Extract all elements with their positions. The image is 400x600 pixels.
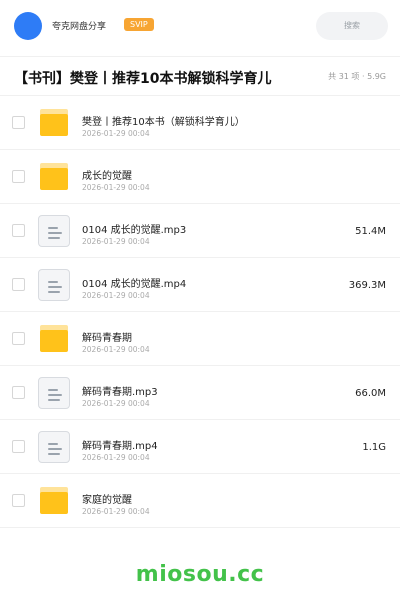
file-size: 51.4M	[355, 226, 386, 237]
page: 夸克网盘分享 SVIP 搜索 【书刊】樊登丨推荐10本书解锁科学育儿 共 31 …	[0, 0, 400, 600]
select-checkbox[interactable]	[12, 170, 25, 183]
list-item[interactable]: 家庭的觉醒 2026-01-29 00:04	[0, 474, 400, 528]
list-item[interactable]: 成长的觉醒 2026-01-29 00:04	[0, 150, 400, 204]
file-name: 家庭的觉醒	[82, 495, 132, 506]
select-checkbox[interactable]	[12, 494, 25, 507]
select-checkbox[interactable]	[12, 332, 25, 345]
file-name: 成长的觉醒	[82, 171, 132, 182]
list-item[interactable]: 0104 成长的觉醒.mp4 2026-01-29 00:04 369.3M	[0, 258, 400, 312]
file-date: 2026-01-29 00:04	[82, 399, 150, 408]
file-name: 解码青春期.mp3	[82, 387, 158, 398]
file-name: 0104 成长的觉醒.mp4	[82, 279, 187, 290]
user-name: 夸克网盘分享	[52, 22, 107, 32]
select-checkbox[interactable]	[12, 116, 25, 129]
select-checkbox[interactable]	[12, 386, 25, 399]
folder-icon	[38, 325, 70, 353]
file-date: 2026-01-29 00:04	[82, 345, 150, 354]
search-button[interactable]: 搜索	[316, 12, 388, 40]
watermark: miosou.cc	[135, 562, 265, 587]
document-file-icon	[38, 215, 70, 247]
folder-title: 【书刊】樊登丨推荐10本书解锁科学育儿	[14, 71, 272, 87]
avatar[interactable]	[14, 12, 42, 40]
file-size: 1.1G	[362, 442, 386, 453]
file-date: 2026-01-29 00:04	[82, 507, 150, 516]
folder-icon	[38, 487, 70, 515]
document-file-icon	[38, 377, 70, 409]
file-name: 0104 成长的觉醒.mp3	[82, 225, 187, 236]
file-size: 369.3M	[348, 280, 386, 291]
select-checkbox[interactable]	[12, 440, 25, 453]
folder-title-bar: 【书刊】樊登丨推荐10本书解锁科学育儿 共 31 项 · 5.9G	[0, 56, 400, 96]
file-date: 2026-01-29 00:04	[82, 129, 150, 138]
file-name: 樊登丨推荐10本书（解锁科学育儿）	[82, 117, 245, 128]
document-file-icon	[38, 269, 70, 301]
list-item[interactable]: 解码青春期.mp3 2026-01-29 00:04 66.0M	[0, 366, 400, 420]
file-name: 解码青春期	[82, 333, 132, 344]
select-checkbox[interactable]	[12, 224, 25, 237]
header: 夸克网盘分享 SVIP 搜索	[0, 0, 400, 52]
folder-icon	[38, 163, 70, 191]
file-list: 樊登丨推荐10本书（解锁科学育儿） 2026-01-29 00:04 成长的觉醒…	[0, 96, 400, 528]
folder-meta: 共 31 项 · 5.9G	[328, 72, 386, 81]
file-date: 2026-01-29 00:04	[82, 183, 150, 192]
list-item[interactable]: 0104 成长的觉醒.mp3 2026-01-29 00:04 51.4M	[0, 204, 400, 258]
file-name: 解码青春期.mp4	[82, 441, 158, 452]
list-item[interactable]: 解码青春期 2026-01-29 00:04	[0, 312, 400, 366]
file-date: 2026-01-29 00:04	[82, 237, 150, 246]
svip-badge: SVIP	[124, 18, 154, 31]
list-item[interactable]: 解码青春期.mp4 2026-01-29 00:04 1.1G	[0, 420, 400, 474]
file-date: 2026-01-29 00:04	[82, 453, 150, 462]
file-size: 66.0M	[355, 388, 386, 399]
list-item[interactable]: 樊登丨推荐10本书（解锁科学育儿） 2026-01-29 00:04	[0, 96, 400, 150]
file-date: 2026-01-29 00:04	[82, 291, 150, 300]
folder-icon	[38, 109, 70, 137]
document-file-icon	[38, 431, 70, 463]
select-checkbox[interactable]	[12, 278, 25, 291]
